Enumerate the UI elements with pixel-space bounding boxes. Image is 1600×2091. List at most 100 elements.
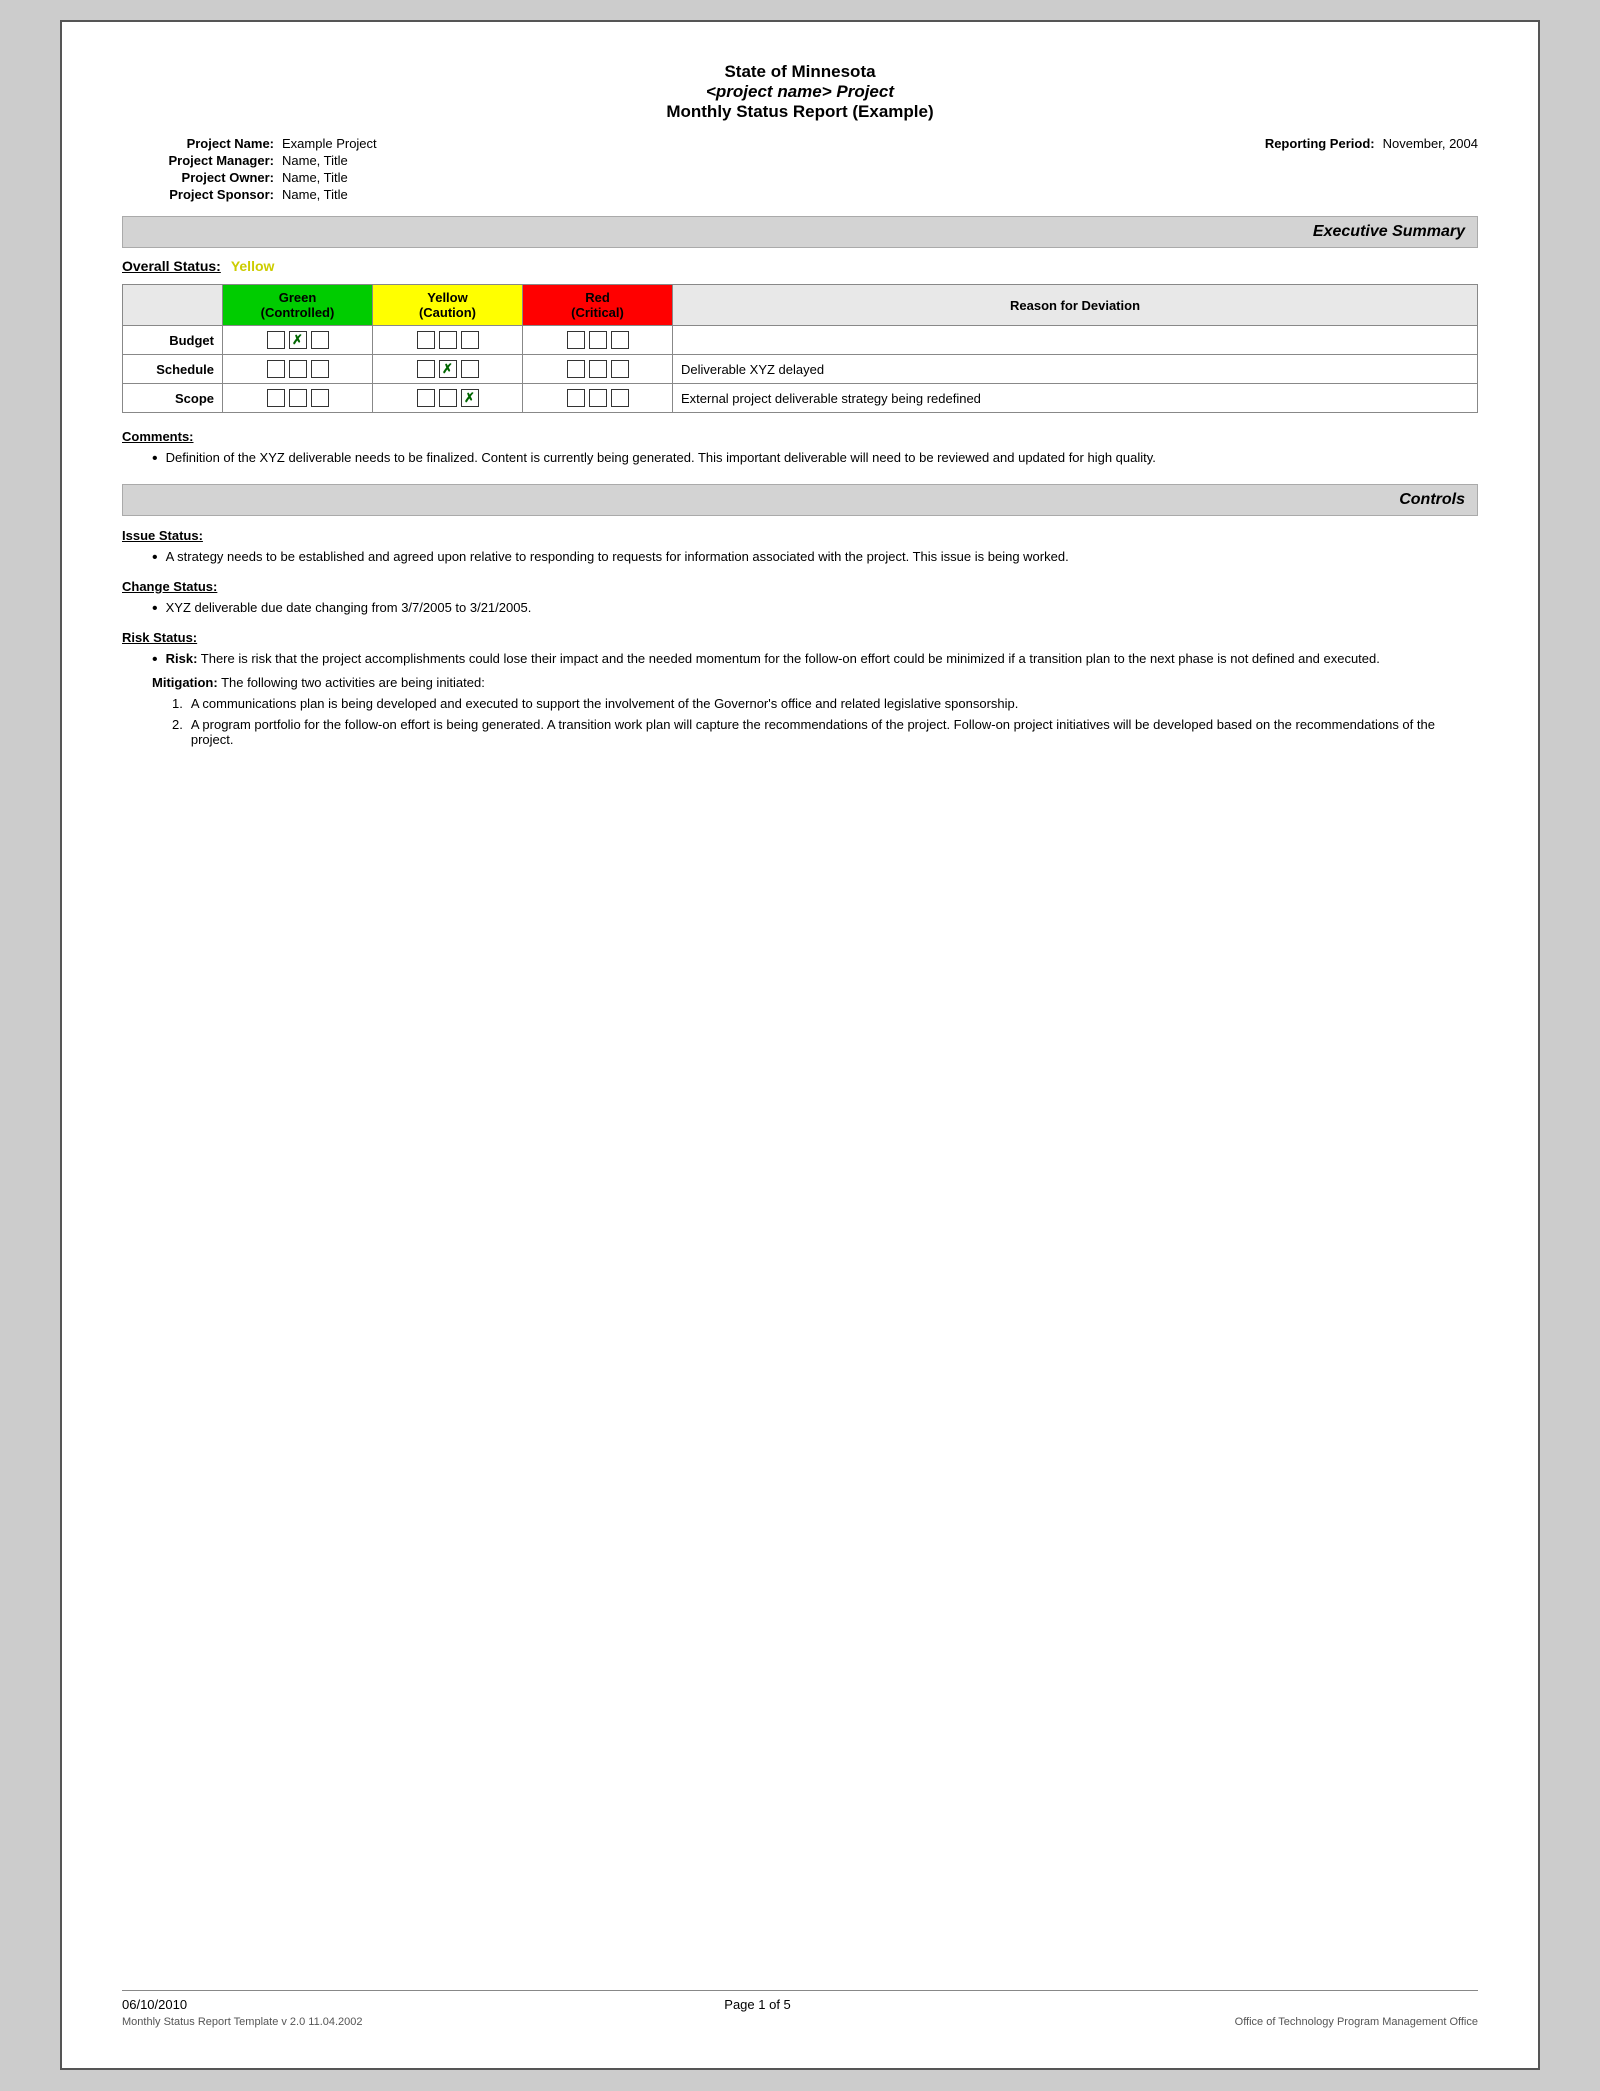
comment-item: •Definition of the XYZ deliverable needs… — [152, 450, 1478, 468]
status-table: Green (Controlled) Yellow (Caution) Red … — [122, 284, 1478, 413]
issue-text: A strategy needs to be established and a… — [166, 549, 1478, 567]
sponsor-label: Project Sponsor: — [122, 187, 282, 202]
bullet-icon: • — [152, 450, 158, 468]
red-cell-schedule — [523, 355, 673, 384]
document-page: State of Minnesota <project name> Projec… — [60, 20, 1540, 2070]
reason-header: Reason for Deviation — [673, 285, 1478, 326]
checkbox — [439, 331, 457, 349]
checkbox — [311, 360, 329, 378]
red-header: Red (Critical) — [523, 285, 673, 326]
change-text: XYZ deliverable due date changing from 3… — [166, 600, 1478, 618]
overall-status-value: Yellow — [231, 258, 275, 274]
issue-status-label: Issue Status: — [122, 528, 1478, 543]
item-number: 1. — [172, 696, 183, 711]
controls-section: Issue Status: • A strategy needs to be es… — [122, 528, 1478, 747]
manager-value: Name, Title — [282, 153, 1478, 168]
mitigation-text: Mitigation: The following two activities… — [152, 675, 1478, 690]
change-item: • XYZ deliverable due date changing from … — [152, 600, 1478, 618]
red-cell-budget — [523, 326, 673, 355]
title-line2: <project name> Project — [122, 82, 1478, 102]
report-title: State of Minnesota <project name> Projec… — [122, 62, 1478, 122]
checkbox — [417, 331, 435, 349]
bullet-icon: • — [152, 600, 158, 618]
owner-value: Name, Title — [282, 170, 1478, 185]
project-name-label: Project Name: — [122, 136, 282, 151]
risk-status-label: Risk Status: — [122, 630, 1478, 645]
red-cell-scope — [523, 384, 673, 413]
manager-label: Project Manager: — [122, 153, 282, 168]
green-header: Green (Controlled) — [223, 285, 373, 326]
overall-status-label: Overall Status: — [122, 258, 221, 274]
mitigation-item: 1. A communications plan is being develop… — [172, 696, 1478, 711]
footer-date: 06/10/2010 — [122, 1997, 187, 2012]
mitigation-item-text: A program portfolio for the follow-on ef… — [191, 717, 1478, 747]
green-cell-budget — [223, 326, 373, 355]
row-label-schedule: Schedule — [123, 355, 223, 384]
checkbox — [417, 389, 435, 407]
item-number: 2. — [172, 717, 183, 747]
bullet-icon: • — [152, 549, 158, 567]
checkbox — [611, 389, 629, 407]
owner-label: Project Owner: — [122, 170, 282, 185]
controls-label: Controls — [1399, 491, 1465, 508]
issue-item: • A strategy needs to be established and … — [152, 549, 1478, 567]
comments-label: Comments: — [122, 429, 1478, 444]
checkbox — [589, 360, 607, 378]
green-cell-schedule — [223, 355, 373, 384]
footer-template-label: Monthly Status Report Template v 2.0 11.… — [122, 2016, 363, 2028]
footer-page: Page 1 of 5 — [724, 1997, 791, 2012]
project-name-value: Example Project — [282, 136, 1265, 151]
checkbox — [417, 360, 435, 378]
executive-summary-label: Executive Summary — [1313, 223, 1465, 240]
checkbox — [461, 389, 479, 407]
checkbox — [311, 389, 329, 407]
controls-bar: Controls — [122, 484, 1478, 516]
reason-cell-scope: External project deliverable strategy be… — [673, 384, 1478, 413]
green-cell-scope — [223, 384, 373, 413]
mitigation-intro: The following two activities are being i… — [218, 675, 485, 690]
checkbox — [439, 360, 457, 378]
reporting-period-label: Reporting Period: — [1265, 136, 1383, 151]
checkbox — [289, 331, 307, 349]
mitigation-label: Mitigation: — [152, 675, 218, 690]
checkbox — [567, 389, 585, 407]
empty-header — [123, 285, 223, 326]
row-label-budget: Budget — [123, 326, 223, 355]
title-line3: Monthly Status Report (Example) — [122, 102, 1478, 122]
project-info: Project Name: Example Project Reporting … — [122, 136, 1478, 202]
checkbox — [267, 360, 285, 378]
checkbox — [439, 389, 457, 407]
footer-office-label: Office of Technology Program Management … — [1235, 2016, 1478, 2028]
reason-cell-budget — [673, 326, 1478, 355]
mitigation-item-text: A communications plan is being developed… — [191, 696, 1019, 711]
yellow-cell-schedule — [373, 355, 523, 384]
reason-cell-schedule: Deliverable XYZ delayed — [673, 355, 1478, 384]
checkbox — [289, 389, 307, 407]
reporting-period-value: November, 2004 — [1383, 136, 1478, 151]
checkbox — [567, 331, 585, 349]
checkbox — [289, 360, 307, 378]
checkbox — [267, 389, 285, 407]
footer: 06/10/2010 Page 1 of 5 Monthly Status Re… — [122, 1990, 1478, 2028]
yellow-header: Yellow (Caution) — [373, 285, 523, 326]
checkbox — [589, 389, 607, 407]
checkbox — [611, 331, 629, 349]
checkbox — [267, 331, 285, 349]
checkbox — [461, 331, 479, 349]
checkbox — [611, 360, 629, 378]
change-status-label: Change Status: — [122, 579, 1478, 594]
checkbox — [311, 331, 329, 349]
bullet-icon: • — [152, 651, 158, 669]
yellow-cell-budget — [373, 326, 523, 355]
title-line1: State of Minnesota — [122, 62, 1478, 82]
overall-status: Overall Status: Yellow — [122, 258, 1478, 274]
row-label-scope: Scope — [123, 384, 223, 413]
risk-item: • Risk: There is risk that the project ac… — [152, 651, 1478, 669]
risk-text: Risk: There is risk that the project acc… — [166, 651, 1478, 669]
executive-summary-bar: Executive Summary — [122, 216, 1478, 248]
sponsor-value: Name, Title — [282, 187, 1478, 202]
comments-section: Comments: •Definition of the XYZ deliver… — [122, 429, 1478, 468]
yellow-cell-scope — [373, 384, 523, 413]
checkbox — [589, 331, 607, 349]
mitigation-item: 2. A program portfolio for the follow-on … — [172, 717, 1478, 747]
